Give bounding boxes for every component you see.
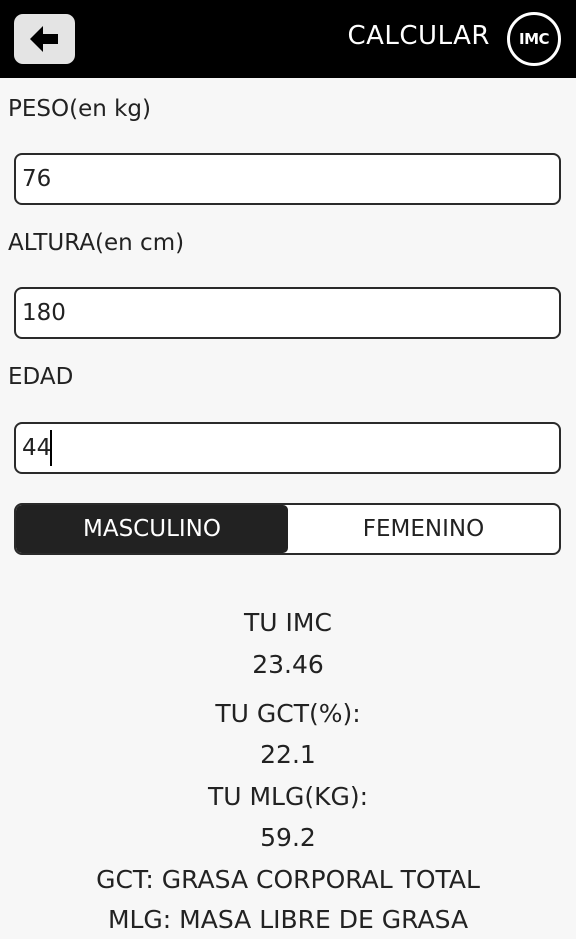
gct-definition-note: GCT: GRASA CORPORAL TOTAL [96,865,480,894]
arrow-left-icon [29,26,58,52]
height-input[interactable] [14,287,561,339]
imc-result-value: 23.46 [252,650,324,679]
weight-label: PESO(en kg) [8,96,152,122]
mlg-result-value: 59.2 [260,823,316,852]
height-label: ALTURA(en cm) [8,230,185,256]
gender-option-male[interactable]: MASCULINO [16,505,288,553]
gender-toggle: MASCULINO FEMENINO [14,503,561,555]
age-label: EDAD [8,364,74,390]
mlg-result-label: TU MLG(KG): [207,782,369,811]
age-input[interactable] [14,422,561,474]
gct-result-value: 22.1 [260,740,316,769]
back-button[interactable] [14,14,75,64]
mlg-definition-note: MLG: MASA LIBRE DE GRASA [107,905,469,934]
weight-input[interactable] [14,153,561,205]
top-bar: CALCULAR IMC [0,0,576,78]
text-cursor [50,430,52,466]
calculate-button[interactable]: CALCULAR [347,21,490,51]
gct-result-label: TU GCT(%): [215,699,361,728]
gender-option-female[interactable]: FEMENINO [288,505,559,553]
imc-result-label: TU IMC [244,608,332,637]
imc-badge-button[interactable]: IMC [507,12,561,66]
